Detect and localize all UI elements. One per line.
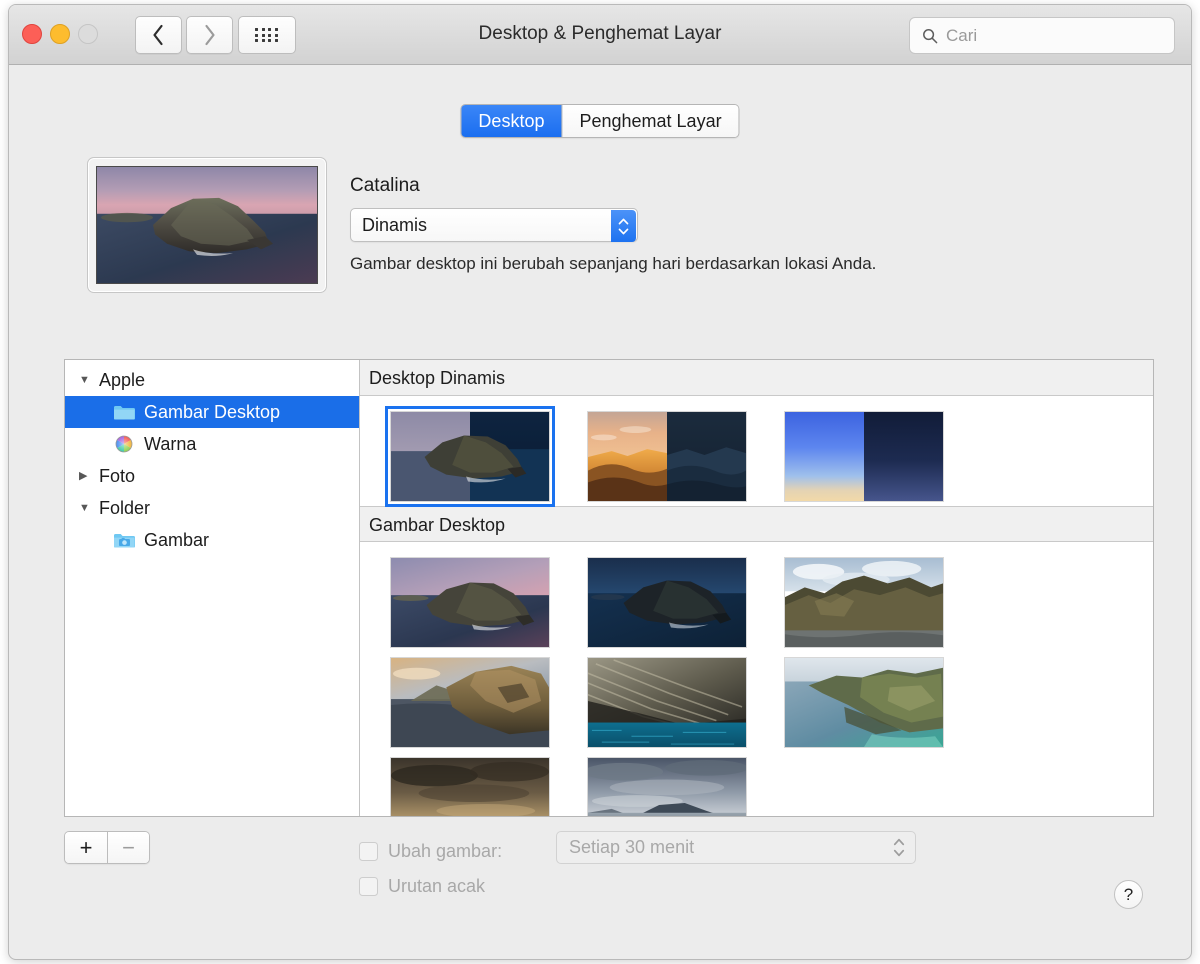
system-preferences-window: Desktop & Penghemat Layar Cari Desktop P… [8, 4, 1192, 960]
thumbnail-catalina-dynamic[interactable] [371, 406, 568, 506]
thumbnail-mojave-dynamic[interactable] [568, 406, 765, 506]
desktop-pictures-grid [360, 542, 1153, 816]
search-placeholder: Cari [946, 26, 977, 46]
thumbnail-coast[interactable] [765, 652, 962, 752]
change-picture-row[interactable]: Ubah gambar: [359, 834, 502, 869]
disclosure-triangle-expanded-icon[interactable]: ▼ [79, 375, 93, 386]
section-header-dynamic: Desktop Dinamis [360, 360, 1153, 396]
wallpaper-gallery[interactable]: Desktop Dinamis [360, 360, 1153, 816]
thumbnail-image [587, 557, 747, 648]
thumbnail-storm[interactable] [371, 752, 568, 816]
disclosure-triangle-expanded-icon[interactable]: ▼ [79, 503, 93, 514]
source-sidebar: ▼ Apple Gambar Desktop [65, 360, 360, 816]
search-icon [922, 28, 938, 44]
sidebar-item-label: Gambar [144, 530, 209, 551]
chevron-down-icon [893, 849, 905, 857]
window-titlebar: Desktop & Penghemat Layar Cari [9, 5, 1191, 65]
color-wheel-icon [113, 435, 135, 453]
change-picture-label: Ubah gambar: [388, 841, 502, 862]
add-remove-folder-buttons: + − [64, 831, 150, 864]
thumbnail-strata[interactable] [568, 652, 765, 752]
tab-desktop[interactable]: Desktop [461, 105, 561, 137]
wallpaper-type-popup[interactable]: Dinamis [350, 208, 638, 242]
remove-folder-button[interactable]: − [107, 832, 149, 863]
random-order-label: Urutan acak [388, 876, 485, 897]
sidebar-item-apple[interactable]: ▼ Apple [65, 364, 359, 396]
random-order-row[interactable]: Urutan acak [359, 869, 502, 904]
thumbnail-catalina-night[interactable] [568, 552, 765, 652]
wallpaper-name: Catalina [350, 175, 876, 197]
disclosure-triangle-collapsed-icon[interactable]: ▶ [79, 471, 93, 482]
thumbnail-image [390, 411, 550, 502]
change-interval-popup[interactable]: Setiap 30 menit [556, 831, 916, 864]
search-field[interactable]: Cari [909, 17, 1175, 54]
segmented-tab-control: Desktop Penghemat Layar [460, 104, 739, 138]
wallpaper-type-value: Dinamis [351, 215, 427, 236]
desktop-preview-frame [87, 157, 327, 293]
desktop-preview-image [96, 166, 318, 284]
wallpaper-description: Gambar desktop ini berubah sepanjang har… [350, 254, 876, 274]
thumbnail-image [784, 557, 944, 648]
sidebar-item-foto[interactable]: ▶ Foto [65, 460, 359, 492]
change-interval-value: Setiap 30 menit [557, 837, 694, 858]
thumbnail-image [390, 557, 550, 648]
help-button[interactable]: ? [1114, 880, 1143, 909]
sidebar-item-label: Folder [99, 498, 150, 519]
preview-info: Catalina Dinamis Gambar desktop ini beru… [350, 175, 876, 274]
thumbnail-golden-rock[interactable] [371, 652, 568, 752]
sidebar-item-gambar[interactable]: Gambar [65, 524, 359, 556]
dynamic-thumbnail-grid [360, 396, 1153, 506]
popup-stepper-arrows [611, 210, 636, 242]
change-picture-checkbox[interactable] [359, 842, 378, 861]
thumbnail-cliff-day[interactable] [765, 552, 962, 652]
chevron-down-icon [618, 228, 629, 235]
sidebar-item-gambar-desktop[interactable]: Gambar Desktop [65, 396, 359, 428]
folder-icon [113, 403, 135, 421]
thumbnail-image [587, 411, 747, 502]
tab-screensaver[interactable]: Penghemat Layar [561, 105, 738, 137]
thumbnail-image [784, 411, 944, 502]
random-order-checkbox[interactable] [359, 877, 378, 896]
thumbnail-image [587, 657, 747, 748]
thumbnail-image [587, 757, 747, 817]
section-header-desktop-pictures: Gambar Desktop [360, 506, 1153, 542]
pictures-folder-icon [113, 531, 135, 549]
gallery-scrollbar[interactable] [1145, 360, 1153, 816]
sidebar-item-label: Gambar Desktop [144, 402, 280, 423]
rotation-options: Ubah gambar: Urutan acak [359, 834, 502, 904]
sidebar-item-label: Apple [99, 370, 145, 391]
sidebar-item-folder[interactable]: ▼ Folder [65, 492, 359, 524]
chevron-up-icon [893, 838, 905, 846]
thumbnail-solar-gradients[interactable] [765, 406, 962, 506]
thumbnail-image [390, 657, 550, 748]
thumbnail-misty-sea[interactable] [568, 752, 765, 816]
wallpaper-browser-panel: ▼ Apple Gambar Desktop [64, 359, 1154, 817]
thumbnail-catalina-dusk[interactable] [371, 552, 568, 652]
sidebar-item-label: Foto [99, 466, 135, 487]
interval-stepper-arrows [893, 838, 905, 857]
sidebar-item-warna[interactable]: Warna [65, 428, 359, 460]
chevron-up-icon [618, 218, 629, 225]
add-folder-button[interactable]: + [65, 832, 107, 863]
sidebar-item-label: Warna [144, 434, 196, 455]
thumbnail-image [390, 757, 550, 817]
thumbnail-image [784, 657, 944, 748]
